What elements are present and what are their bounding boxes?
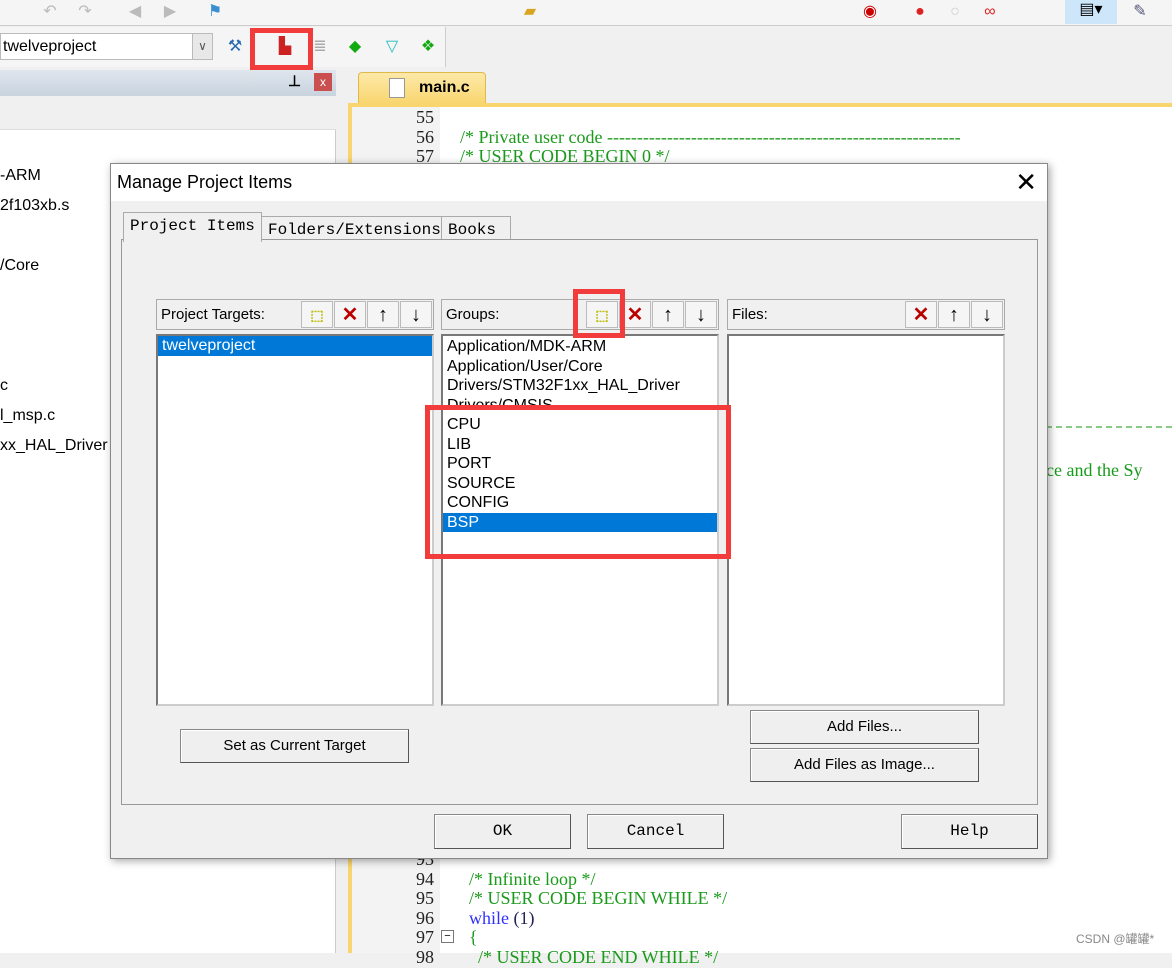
ok-button[interactable]: OK: [434, 814, 571, 849]
list-item[interactable]: Drivers/STM32F1xx_HAL_Driver: [443, 376, 717, 396]
forward-icon[interactable]: ▶: [160, 2, 180, 22]
tree-item[interactable]: 2f103xb.s: [0, 197, 69, 215]
add-files-as-image-button[interactable]: Add Files as Image...: [750, 748, 979, 782]
tree-item[interactable]: xx_HAL_Driver: [0, 437, 108, 455]
target-select-value: twelveproject: [3, 38, 97, 55]
wand-icon[interactable]: ⚒: [225, 37, 245, 57]
groups-label: Groups:: [446, 306, 500, 323]
code-line: /* USER CODE END WHILE */: [460, 947, 719, 967]
line-number: 98: [416, 947, 434, 967]
highlight-box: [425, 405, 731, 559]
highlight-box: [573, 289, 625, 338]
line-number: 55: [416, 107, 434, 127]
project-panel-subheader: [0, 96, 336, 130]
new-icon[interactable]: ⬚: [301, 301, 333, 328]
tree-item[interactable]: c: [0, 377, 8, 395]
stack-icon[interactable]: ≣: [310, 37, 330, 57]
list-item[interactable]: twelveproject: [158, 336, 432, 356]
delete-icon[interactable]: ✕: [905, 301, 937, 328]
move-up-icon[interactable]: ↑: [367, 301, 399, 328]
chevron-down-icon[interactable]: ∨: [192, 34, 212, 59]
targets-label: Project Targets:: [161, 306, 265, 323]
target-select[interactable]: twelveproject ∨: [0, 33, 213, 60]
code-line: {: [460, 927, 478, 948]
close-icon[interactable]: x: [314, 73, 332, 91]
back-icon[interactable]: ◀: [125, 2, 145, 22]
files-list[interactable]: [727, 334, 1005, 706]
targets-header: Project Targets: ⬚ ✕ ↑ ↓: [156, 299, 434, 330]
code-line: /* USER CODE BEGIN WHILE */: [460, 888, 728, 909]
keyword: while: [460, 907, 509, 928]
line-number: 97: [416, 927, 434, 948]
add-files-button[interactable]: Add Files...: [750, 710, 979, 744]
move-down-icon[interactable]: ↓: [400, 301, 432, 328]
delete-icon[interactable]: ✕: [334, 301, 366, 328]
debug-icon[interactable]: ◉: [860, 2, 880, 22]
open-icon[interactable]: ▰: [520, 2, 540, 22]
targets-list[interactable]: twelveproject: [156, 334, 434, 706]
code-fragment: ce and the Sy: [1046, 460, 1143, 480]
file-icon: [389, 78, 405, 98]
settings-icon[interactable]: ✎: [1130, 2, 1150, 22]
code-line: /* Infinite loop */: [460, 868, 596, 889]
green-diamond-icon[interactable]: ◆: [345, 37, 365, 57]
move-down-icon[interactable]: ↓: [971, 301, 1003, 328]
close-icon[interactable]: ✕: [1015, 168, 1037, 196]
move-down-icon[interactable]: ↓: [685, 301, 717, 328]
redo-icon[interactable]: ↷: [75, 2, 95, 22]
list-item[interactable]: Application/MDK-ARM: [443, 337, 717, 357]
dialog-title: Manage Project Items: [111, 164, 1047, 201]
code-line: /* Private user code -------------------…: [460, 126, 961, 147]
multi-diamond-icon[interactable]: ❖: [418, 37, 438, 57]
main-toolbar: ↶ ↷ ◀ ▶ ⚑ ▰ ◉ ● ○ ∞ ▤▾ ✎: [0, 0, 1172, 26]
code-line: while (1): [460, 908, 535, 929]
files-label: Files:: [732, 306, 768, 323]
cancel-button[interactable]: Cancel: [587, 814, 724, 849]
tree-item[interactable]: /Core: [0, 257, 39, 275]
tab-project-items[interactable]: Project Items: [123, 212, 262, 242]
watermark: CSDN @罐罐*: [1076, 932, 1155, 946]
tree-item[interactable]: l_msp.c: [0, 407, 55, 425]
files-header: Files: ✕ ↑ ↓: [727, 299, 1005, 330]
collapse-icon[interactable]: −: [441, 930, 454, 943]
project-panel-header: ⊥ x: [0, 70, 336, 96]
move-up-icon[interactable]: ↑: [652, 301, 684, 328]
move-up-icon[interactable]: ↑: [938, 301, 970, 328]
line-number: 95: [416, 888, 434, 909]
line-number: 94: [416, 868, 434, 889]
breakpoint-disabled-icon[interactable]: ○: [945, 2, 965, 22]
code-text: (1): [509, 907, 535, 928]
bookmark-icon[interactable]: ⚑: [205, 2, 225, 22]
funnel-icon[interactable]: ▽: [382, 37, 402, 57]
highlight-box: [250, 28, 313, 70]
breakpoint-icon[interactable]: ●: [910, 2, 930, 22]
line-number: 56: [416, 126, 434, 147]
pin-icon[interactable]: ⊥: [288, 72, 301, 90]
undo-icon[interactable]: ↶: [40, 2, 60, 22]
help-button[interactable]: Help: [901, 814, 1038, 849]
tree-item[interactable]: -ARM: [0, 167, 41, 185]
comment-rule: [1046, 426, 1172, 428]
list-item[interactable]: Application/User/Core: [443, 357, 717, 377]
breakpoints-icon[interactable]: ∞: [980, 2, 1000, 22]
tab-main-c[interactable]: main.c: [358, 72, 486, 104]
line-number: 96: [416, 907, 434, 928]
set-current-target-button[interactable]: Set as Current Target: [180, 729, 409, 763]
window-layout-button[interactable]: ▤▾: [1065, 0, 1117, 24]
tab-label: main.c: [419, 79, 470, 96]
